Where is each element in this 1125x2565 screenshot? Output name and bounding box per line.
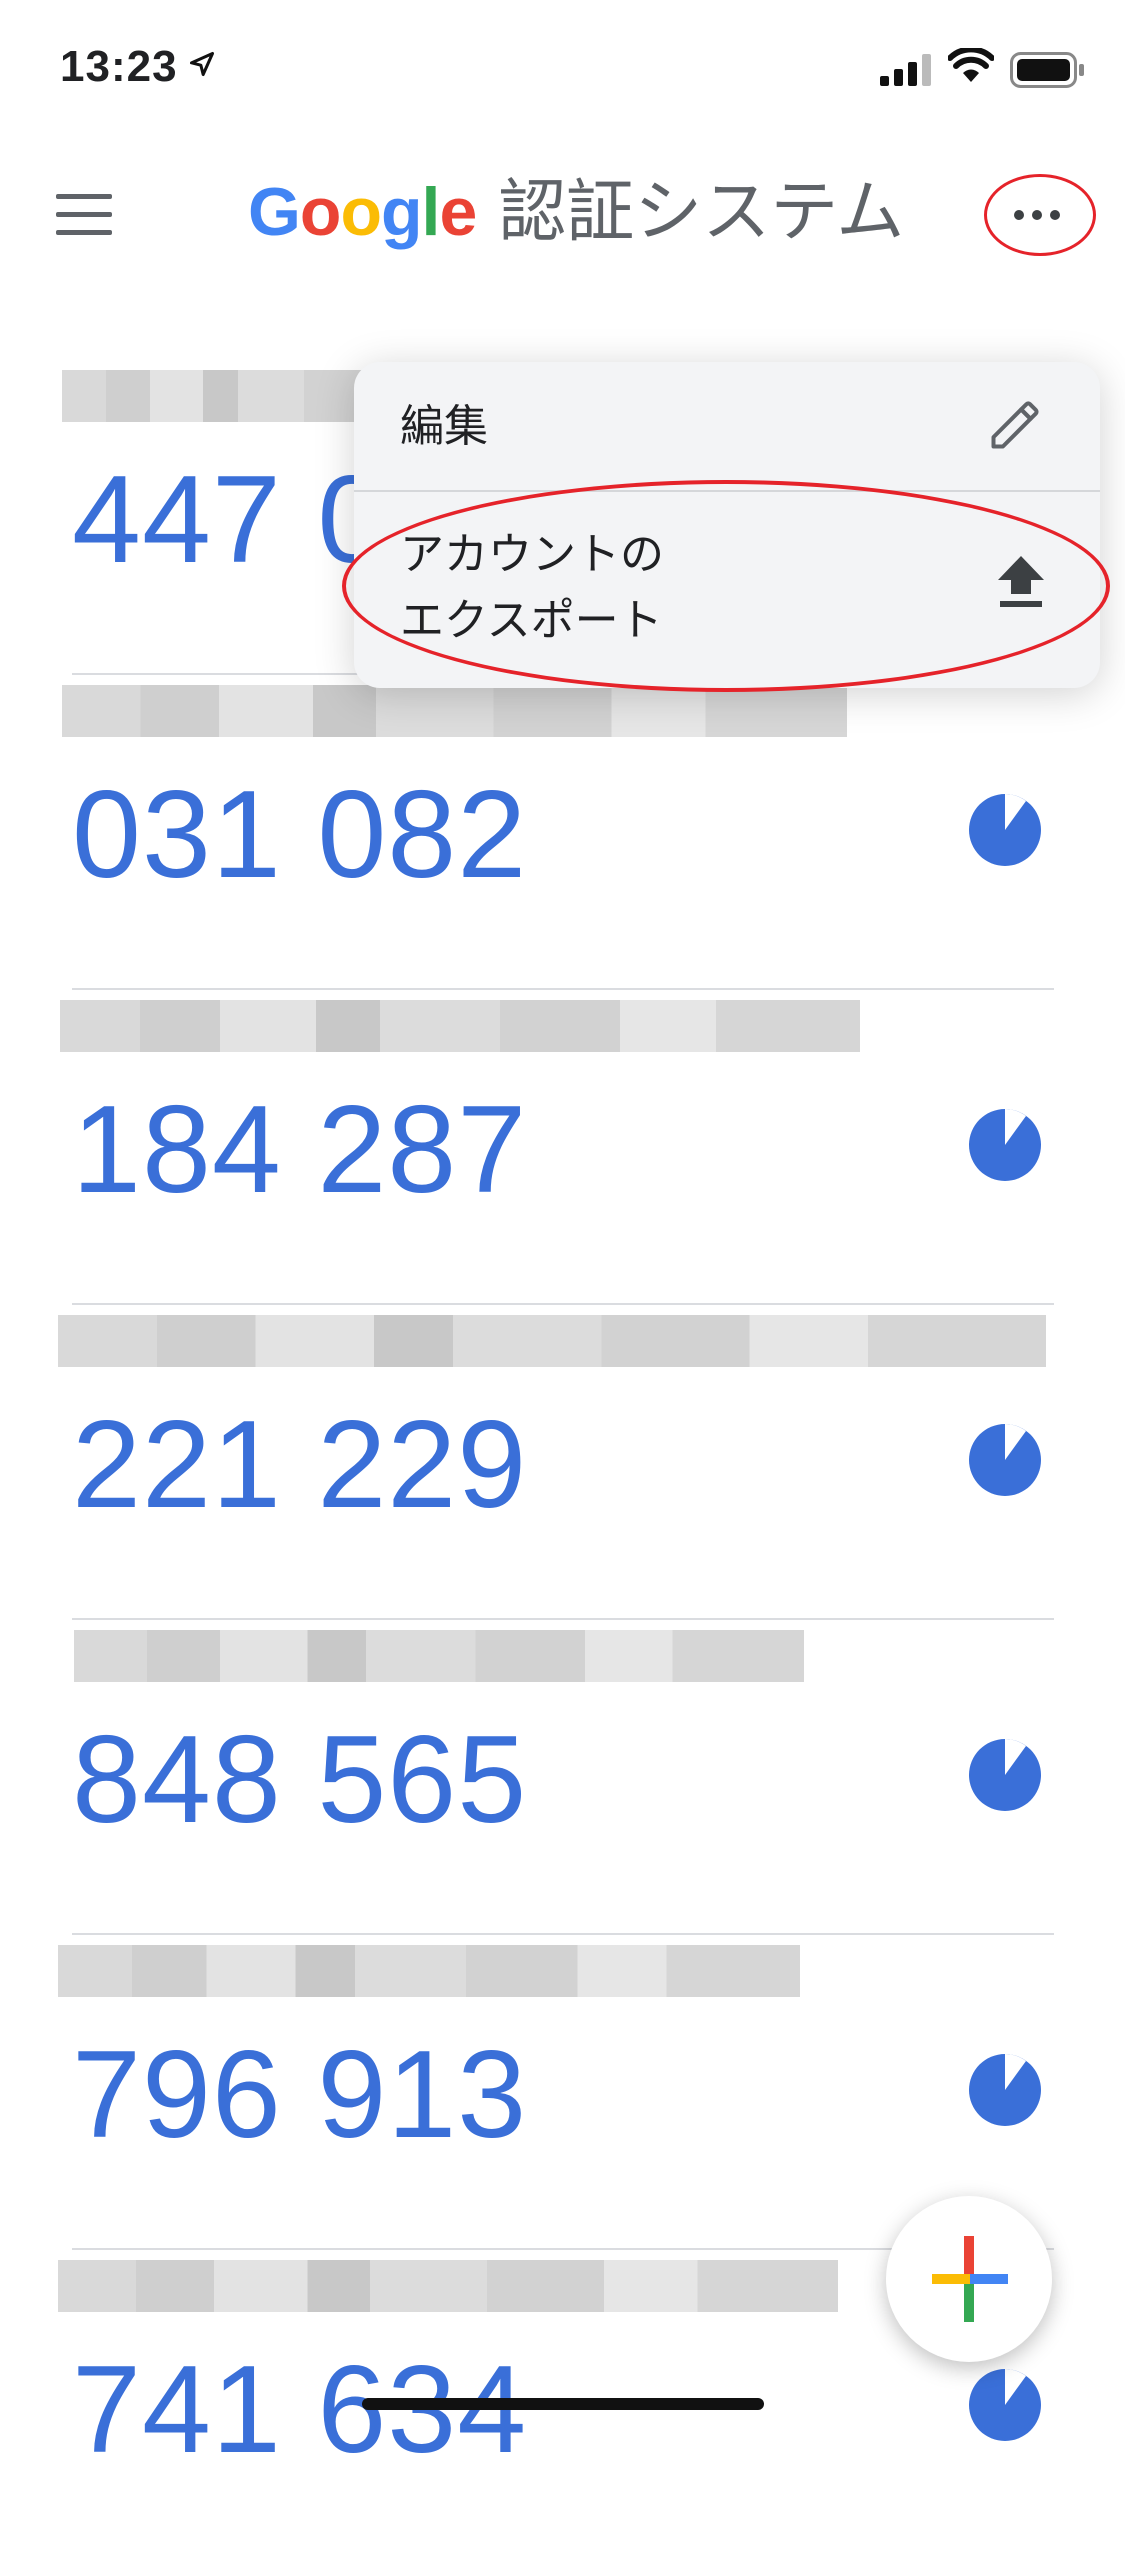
cellular-signal-icon xyxy=(880,54,931,86)
google-logo: Google xyxy=(248,174,477,250)
countdown-timer-icon xyxy=(969,1109,1041,1181)
account-label-blurred xyxy=(62,685,847,737)
countdown-timer-icon xyxy=(969,2369,1041,2441)
otp-code: 221 229 xyxy=(72,1396,528,1534)
wifi-icon xyxy=(948,48,994,82)
app-bar: Google 認証システム xyxy=(0,150,1125,280)
account-item[interactable]: 848 565 xyxy=(0,1620,1125,1935)
account-label-blurred xyxy=(58,2260,838,2312)
add-account-button[interactable] xyxy=(886,2196,1052,2362)
highlight-circle xyxy=(984,174,1096,256)
otp-code: 741 634 xyxy=(72,2341,528,2479)
account-label-blurred xyxy=(74,1630,804,1682)
hamburger-menu-button[interactable] xyxy=(56,194,112,238)
account-item[interactable]: 221 229 xyxy=(0,1305,1125,1620)
account-item[interactable]: 031 082 xyxy=(0,675,1125,990)
highlight-ellipse xyxy=(342,480,1110,692)
otp-code: 796 913 xyxy=(72,2026,528,2164)
account-item[interactable]: 184 287 xyxy=(0,990,1125,1305)
app-title: Google 認証システム xyxy=(248,172,904,252)
countdown-timer-icon xyxy=(969,1739,1041,1811)
app-subtitle: 認証システム xyxy=(498,174,905,250)
location-icon xyxy=(189,51,215,77)
menu-item-edit[interactable]: 編集 xyxy=(354,362,1100,492)
status-bar: 13:23 xyxy=(0,0,1125,140)
otp-code: 447 0 xyxy=(72,451,388,589)
more-options-button[interactable] xyxy=(984,174,1096,256)
status-time: 13:23 xyxy=(60,42,178,91)
account-label-blurred xyxy=(58,1945,800,1997)
countdown-timer-icon xyxy=(969,794,1041,866)
home-indicator xyxy=(362,2398,764,2410)
battery-icon xyxy=(1010,52,1084,88)
account-label-blurred xyxy=(58,1315,1046,1367)
account-label-blurred xyxy=(60,1000,860,1052)
otp-code: 031 082 xyxy=(72,766,528,904)
countdown-timer-icon xyxy=(969,1424,1041,1496)
otp-code: 184 287 xyxy=(72,1081,528,1219)
otp-code: 848 565 xyxy=(72,1711,528,1849)
countdown-timer-icon xyxy=(969,2054,1041,2126)
pencil-icon xyxy=(991,401,1039,449)
menu-item-edit-label: 編集 xyxy=(400,402,488,451)
